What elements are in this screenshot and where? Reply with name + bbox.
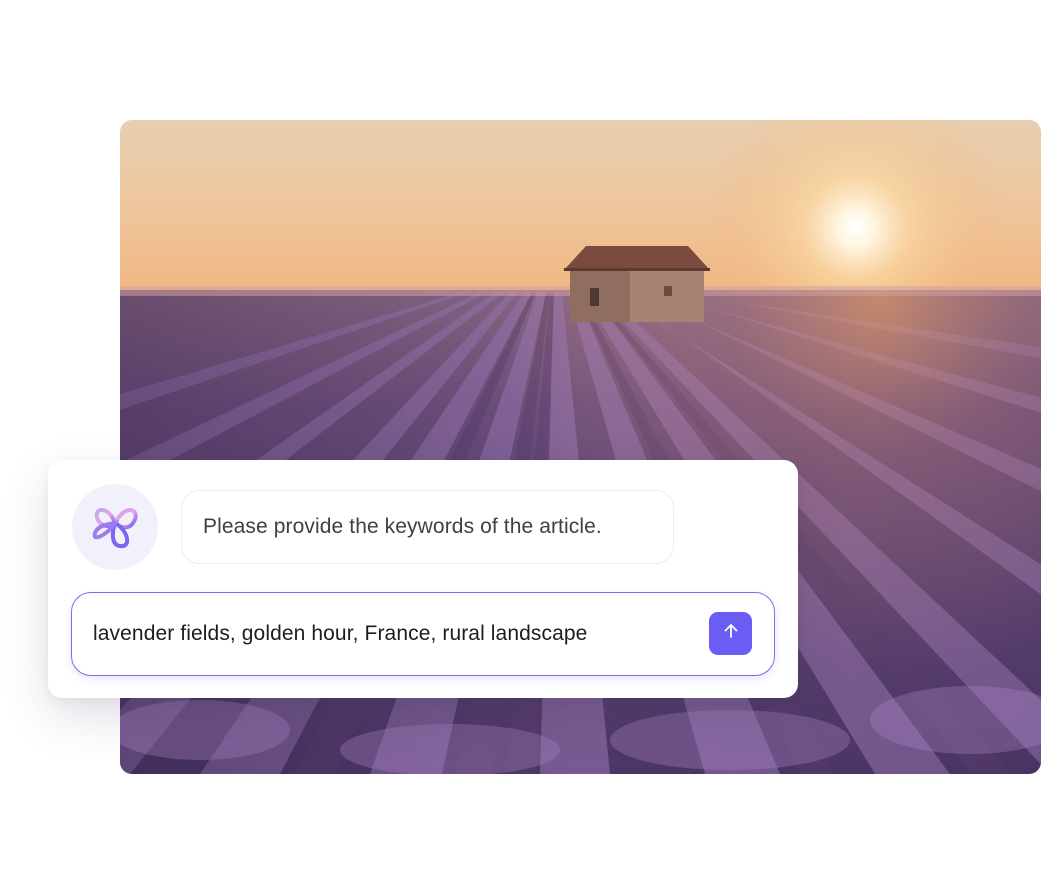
- arrow-up-icon: [722, 622, 740, 645]
- assistant-message-text: Please provide the keywords of the artic…: [203, 515, 602, 538]
- keywords-input-value[interactable]: lavender fields, golden hour, France, ru…: [93, 593, 587, 674]
- assistant-logo-icon: [86, 496, 144, 559]
- keywords-input[interactable]: lavender fields, golden hour, France, ru…: [71, 592, 775, 676]
- chat-card: Please provide the keywords of the artic…: [48, 460, 798, 698]
- assistant-avatar: [72, 484, 158, 570]
- assistant-message-bubble: Please provide the keywords of the artic…: [181, 490, 674, 564]
- send-button[interactable]: [709, 612, 752, 655]
